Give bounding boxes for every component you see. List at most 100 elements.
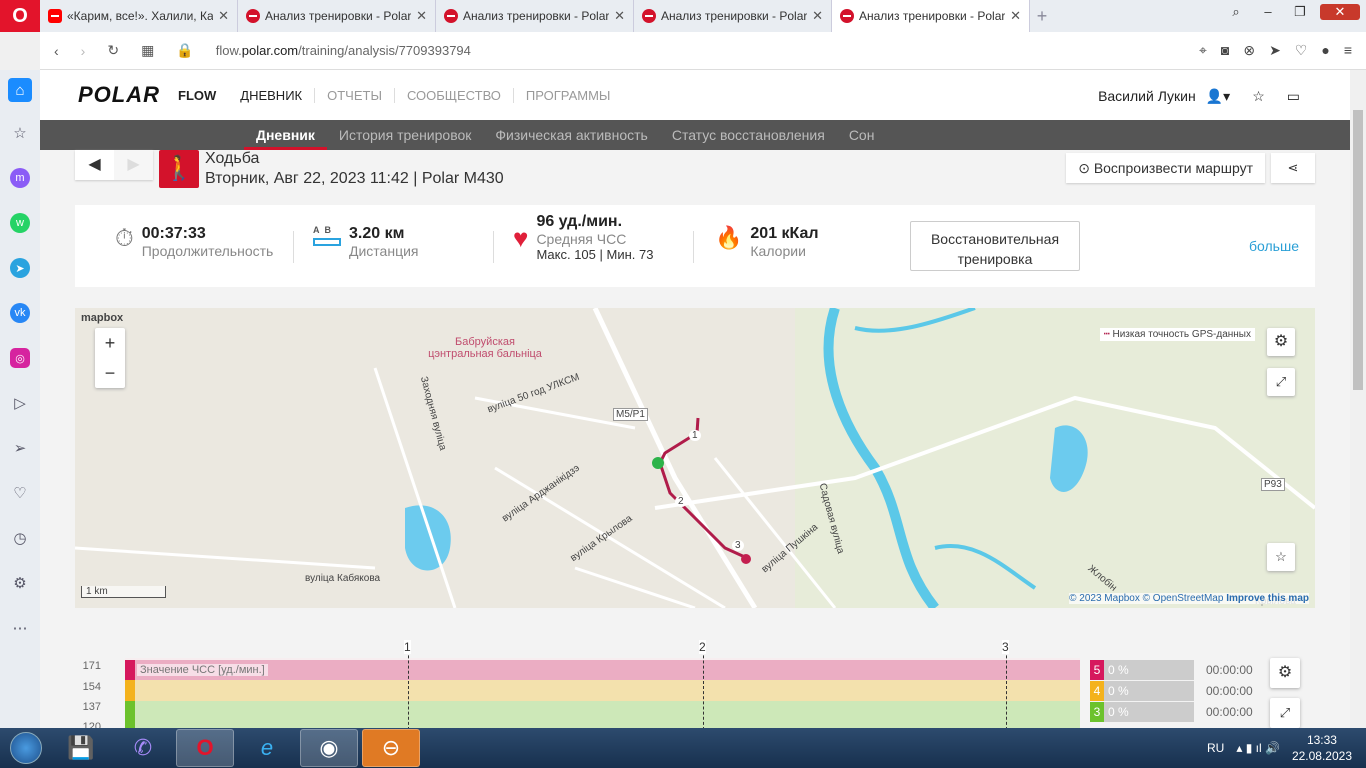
browser-tab[interactable]: Анализ тренировки - Polar ✕ [238,0,436,32]
messages-icon[interactable]: ▭ [1287,88,1300,105]
nav-flow[interactable]: FLOW [178,88,228,103]
expand-map-button[interactable]: ⤢ [1267,368,1295,396]
new-tab-button[interactable]: + [1030,0,1054,32]
user-name[interactable]: Василий Лукин [1098,88,1196,105]
map-settings-button[interactable]: ⚙ [1267,328,1295,356]
taskbar-viber[interactable]: ✆ [114,729,172,767]
clock[interactable]: 13:33 22.08.2023 [1292,732,1352,764]
more-icon[interactable]: ⋯ [8,614,32,642]
improve-map-link[interactable]: Improve this map [1226,593,1309,604]
nav-reports[interactable]: ОТЧЕТЫ [314,87,394,103]
subnav-history[interactable]: История тренировок [327,120,483,150]
training-subtitle: Вторник, Авг 22, 2023 11:42 | Polar M430 [205,170,504,187]
profile-icon[interactable]: ● [1321,42,1329,59]
page-scrollbar[interactable] [1350,70,1366,728]
zone-time: 00:00:00 [1206,684,1253,698]
zone-time: 00:00:00 [1206,705,1253,719]
favorites-icon[interactable]: ♡ [8,479,32,507]
url-field[interactable]: flow.polar.com/training/analysis/7709393… [216,43,471,58]
share-button[interactable]: ⋖ [1271,153,1315,183]
subnav-activity[interactable]: Физическая активность [483,120,659,150]
player-icon[interactable]: ▷ [8,389,32,417]
sub-navigation: Дневник История тренировок Физическая ак… [40,120,1350,150]
favorite-route-button[interactable]: ☆ [1267,543,1295,571]
camera-icon[interactable]: ◙ [1221,42,1229,59]
send-icon[interactable]: ➤ [1269,42,1281,59]
opera-menu-button[interactable]: O [0,0,40,32]
close-tab-icon[interactable]: ✕ [812,8,823,24]
minimize-button[interactable]: – [1256,4,1280,20]
zone-row: 3 0 % 00:00:00 [1090,702,1253,722]
back-icon[interactable]: ‹ [54,43,59,59]
heart-icon[interactable]: ♡ [1295,42,1308,59]
user-icon[interactable]: 👤▾ [1206,88,1230,105]
subnav-diary[interactable]: Дневник [244,120,327,150]
close-window-button[interactable]: ✕ [1320,4,1360,20]
more-link[interactable]: больше [1249,238,1299,254]
close-tab-icon[interactable]: ✕ [1010,8,1021,24]
settings-icon[interactable]: ⚙ [8,569,32,597]
chart-settings-button[interactable]: ⚙ [1270,658,1300,688]
close-tab-icon[interactable]: ✕ [416,8,427,24]
history-icon[interactable]: ◷ [8,524,32,552]
telegram-icon[interactable]: ➤ [8,254,32,282]
nav-diary[interactable]: ДНЕВНИК [228,88,314,103]
polar-logo[interactable]: POLAR [78,82,160,108]
map-attribution: © 2023 Mapbox © OpenStreetMap Improve th… [1069,593,1309,604]
home-icon[interactable]: ⌂ [8,78,32,102]
browser-tab-active[interactable]: Анализ тренировки - Polar ✕ [832,0,1030,32]
polar-icon [246,9,260,23]
taskbar-ie[interactable]: e [238,729,296,767]
vk-icon[interactable]: vk [8,299,32,327]
zone-percent: 0 % [1104,702,1194,722]
zoom-in-button[interactable]: + [95,328,125,358]
chart-legend: Значение ЧСС [уд./мин.] [137,664,268,676]
forward-icon[interactable]: › [81,43,86,59]
adblock-icon[interactable]: ⊗ [1243,42,1255,59]
tray-icons[interactable]: ▴ ▮ ıl 🔊 [1236,741,1280,755]
polar-icon [840,9,854,23]
browser-tab[interactable]: Анализ тренировки - Polar ✕ [634,0,832,32]
subnav-sleep[interactable]: Сон [837,120,887,150]
messenger-icon[interactable]: m [8,164,32,192]
browser-tab[interactable]: Анализ тренировки - Polar ✕ [436,0,634,32]
start-marker [652,457,664,469]
zone-number: 3 [1090,702,1104,722]
close-tab-icon[interactable]: ✕ [218,8,229,24]
nav-programs[interactable]: ПРОГРАММЫ [512,87,623,103]
nav-community[interactable]: СООБЩЕСТВО [393,87,513,103]
bookmarks-icon[interactable]: ☆ [8,119,32,147]
language-indicator[interactable]: RU [1207,741,1224,755]
taskbar-opera[interactable]: O [176,729,234,767]
finish-marker [741,554,751,564]
search-tabs-icon[interactable]: ⌕ [1224,4,1248,20]
menu-icon[interactable]: ≡ [1344,42,1352,59]
recovery-training-button[interactable]: Восстановительная тренировка [910,221,1080,271]
taskbar-chrome[interactable]: ◉ [300,729,358,767]
browser-tab[interactable]: «Карим, все!». Халили, Кар ✕ [40,0,238,32]
zone-4-band [125,680,1080,701]
maximize-button[interactable]: ❐ [1288,4,1312,20]
subnav-recovery[interactable]: Статус восстановления [660,120,837,150]
expand-chart-button[interactable]: ⤢ [1270,698,1300,728]
taskbar-app-save[interactable]: 💾 [52,729,110,767]
close-tab-icon[interactable]: ✕ [614,8,625,24]
instagram-icon[interactable]: ◎ [8,344,32,372]
snapshot-icon[interactable]: ⌖ [1199,42,1207,59]
send-icon[interactable]: ➢ [8,434,32,462]
start-button[interactable] [0,728,52,768]
route-map[interactable]: mapbox Бабруйская цэнтральная бальніца в… [75,308,1315,608]
lap-marker[interactable]: 1 [404,640,411,728]
next-training-button[interactable]: ▶ [114,150,153,180]
whatsapp-icon[interactable]: w [8,209,32,237]
lock-icon: 🔒 [176,42,194,58]
favorite-star-icon[interactable]: ☆ [1252,88,1265,105]
taskbar-polar[interactable]: ⊖ [362,729,420,767]
previous-training-button[interactable]: ◀ [75,150,114,180]
lap-marker[interactable]: 2 [699,640,706,728]
tabs-grid-icon[interactable]: ▦ [141,42,154,59]
lap-marker[interactable]: 3 [1002,640,1009,728]
zoom-out-button[interactable]: − [95,358,125,388]
reload-icon[interactable]: ↻ [107,42,119,59]
replay-route-button[interactable]: ⊙ Воспроизвести маршрут [1066,153,1265,183]
